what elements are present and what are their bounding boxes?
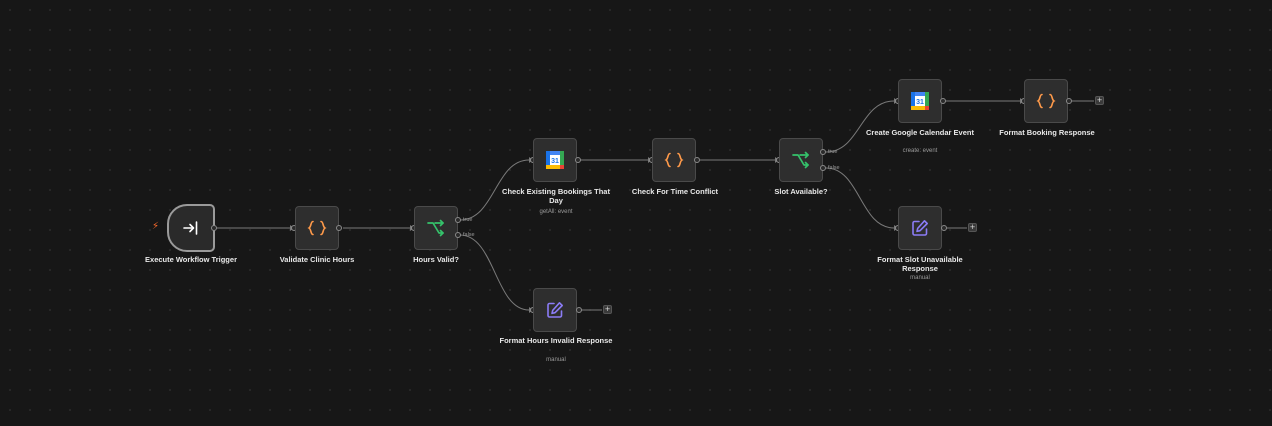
node-check-time-conflict[interactable] xyxy=(652,138,696,182)
connection-true-create-event[interactable] xyxy=(825,100,895,153)
output-port[interactable] xyxy=(575,157,581,163)
connection-false-format-invalid[interactable] xyxy=(459,234,530,311)
add-node-button[interactable]: + xyxy=(603,305,612,314)
enter-arrow-icon xyxy=(182,219,200,237)
output-port[interactable] xyxy=(694,157,700,163)
output-port-true[interactable] xyxy=(455,217,461,223)
node-label: Format Slot Unavailable Response xyxy=(877,255,963,273)
output-port[interactable] xyxy=(941,225,947,231)
code-braces-icon xyxy=(307,220,327,236)
node-format-slot-unavailable[interactable] xyxy=(898,206,942,250)
node-label: Execute Workflow Trigger xyxy=(145,255,237,264)
branch-label-false: false xyxy=(463,232,475,238)
node-check-existing-bookings[interactable]: 31 xyxy=(533,138,577,182)
node-subtitle: manual xyxy=(546,357,566,363)
output-port[interactable] xyxy=(1066,98,1072,104)
edit-pencil-icon xyxy=(546,301,564,319)
node-label: Hours Valid? xyxy=(413,255,459,264)
node-format-booking-response[interactable] xyxy=(1024,79,1068,123)
calendar-day-text: 31 xyxy=(551,158,559,165)
trigger-bolt-icon: ⚡ xyxy=(152,221,160,232)
node-label: Format Booking Response xyxy=(999,128,1095,137)
google-calendar-icon: 31 xyxy=(911,92,929,110)
node-label: Format Hours Invalid Response xyxy=(499,336,613,345)
branch-label-true: true xyxy=(828,149,838,155)
node-label: Slot Available? xyxy=(774,187,828,196)
node-subtitle: manual xyxy=(910,275,930,281)
if-branch-icon xyxy=(791,151,811,169)
output-port[interactable] xyxy=(940,98,946,104)
edit-pencil-icon xyxy=(911,219,929,237)
node-label: Create Google Calendar Event xyxy=(866,128,974,137)
node-hours-valid[interactable] xyxy=(414,206,458,250)
node-create-calendar-event[interactable]: 31 xyxy=(898,79,942,123)
node-execute-workflow-trigger[interactable] xyxy=(167,204,215,252)
output-port-false[interactable] xyxy=(820,165,826,171)
output-port-true[interactable] xyxy=(820,149,826,155)
node-label: Validate Clinic Hours xyxy=(279,255,355,264)
connection-false-format-unavailable[interactable] xyxy=(825,167,895,229)
output-port[interactable] xyxy=(336,225,342,231)
node-subtitle: create: event xyxy=(902,148,938,154)
node-subtitle: getAll: event xyxy=(539,209,573,215)
node-label: Check Existing Bookings That Day xyxy=(502,187,610,205)
add-node-button[interactable]: + xyxy=(1095,96,1104,105)
calendar-day-text: 31 xyxy=(916,99,924,106)
code-braces-icon xyxy=(664,152,684,168)
node-label: Check For Time Conflict xyxy=(631,187,719,196)
branch-label-true: true xyxy=(463,217,473,223)
add-node-button[interactable]: + xyxy=(968,223,977,232)
branch-label-false: false xyxy=(828,165,840,171)
output-port[interactable] xyxy=(576,307,582,313)
node-validate-clinic-hours[interactable] xyxy=(295,206,339,250)
if-branch-icon xyxy=(426,219,446,237)
output-port[interactable] xyxy=(211,225,217,231)
node-slot-available[interactable] xyxy=(779,138,823,182)
output-port-false[interactable] xyxy=(455,232,461,238)
google-calendar-icon: 31 xyxy=(546,151,564,169)
node-format-hours-invalid[interactable] xyxy=(533,288,577,332)
code-braces-icon xyxy=(1036,93,1056,109)
